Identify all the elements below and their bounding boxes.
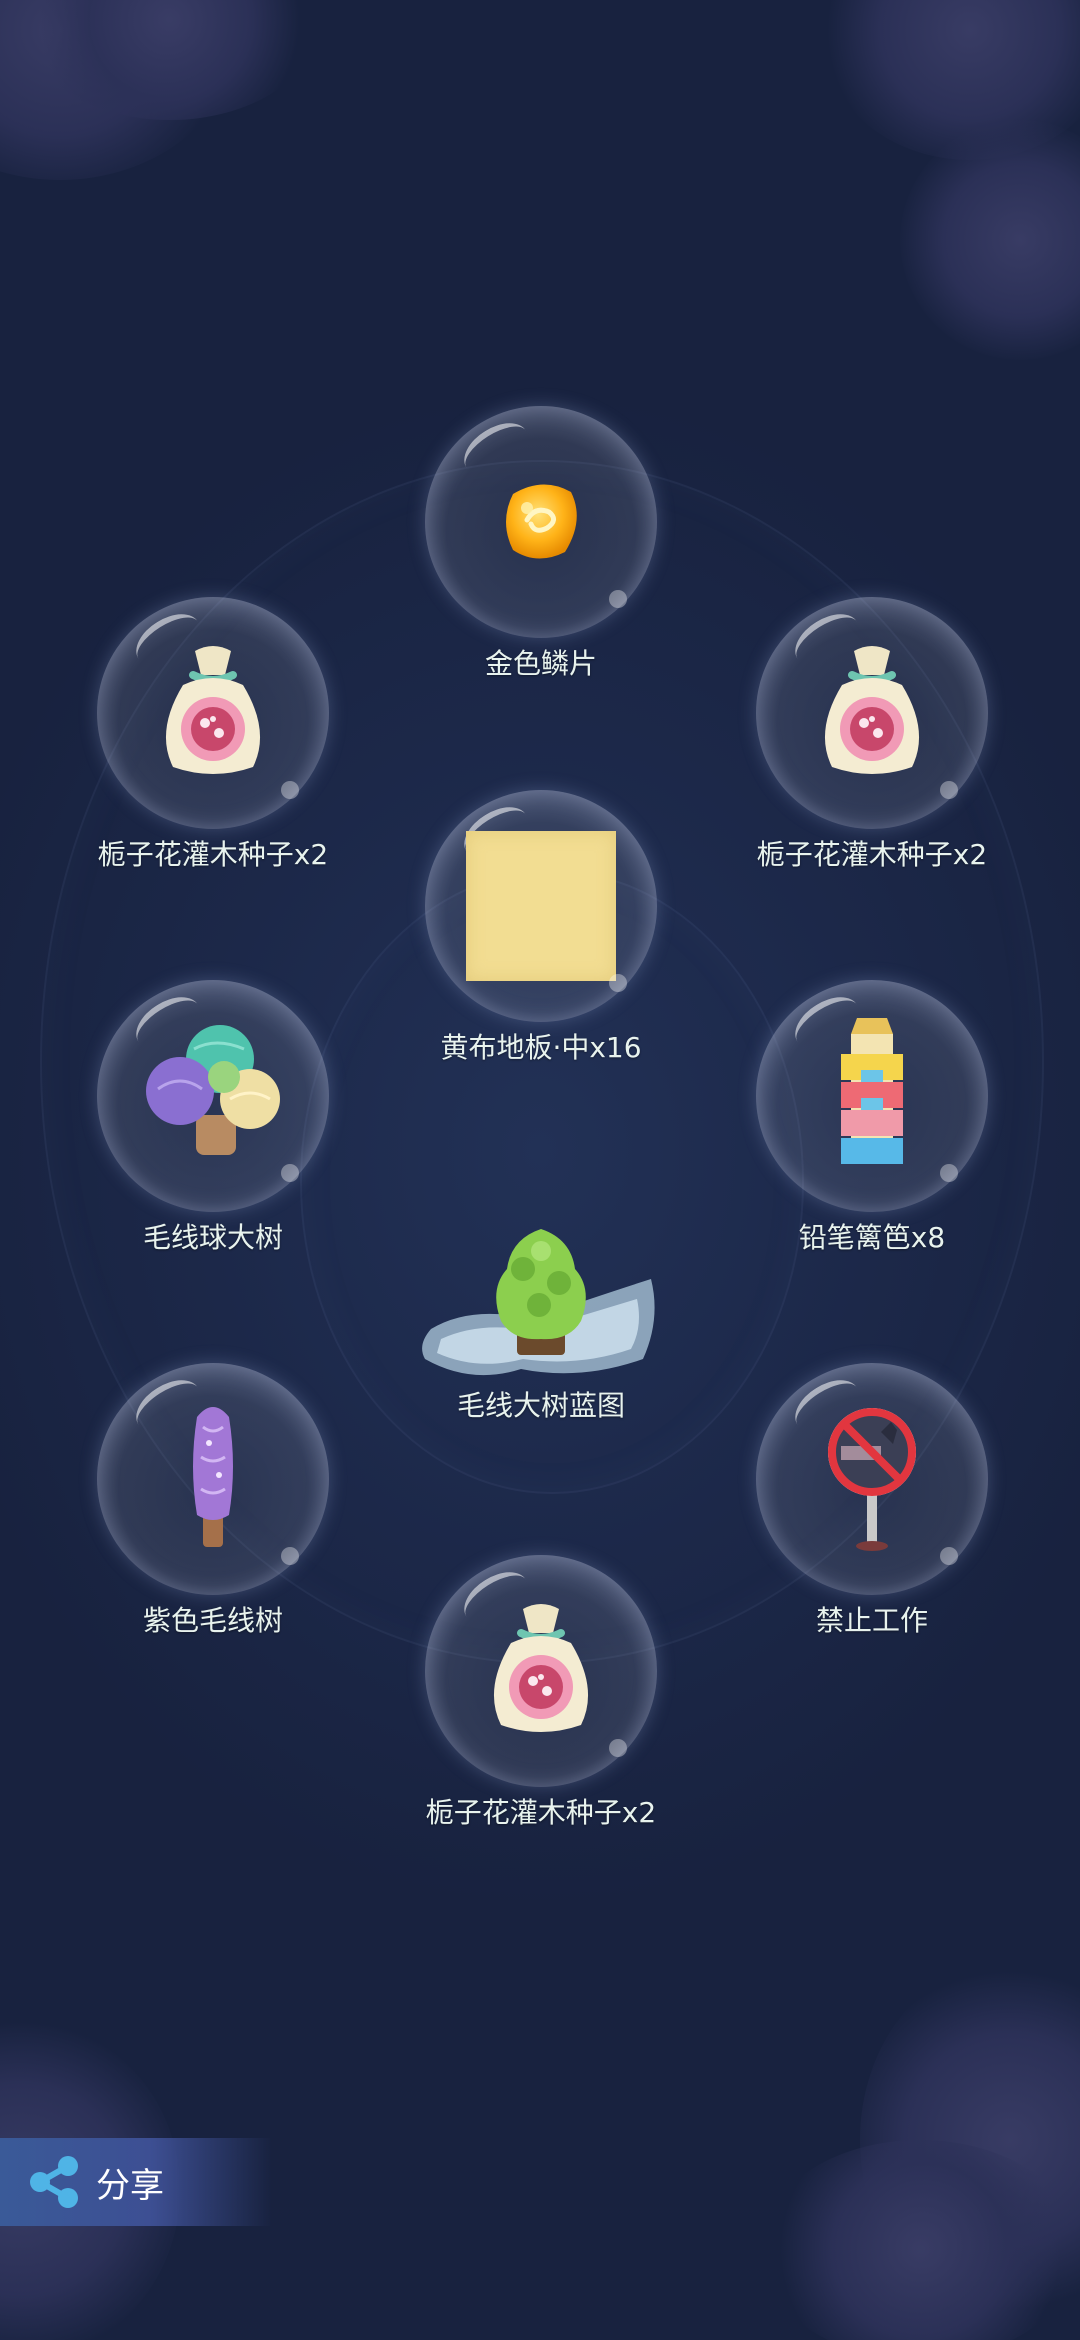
reward-seed-bag-right[interactable]: 栀子花灌木种子x2 [752,597,992,873]
purple-yarn-tree-icon [173,1397,253,1561]
seed-bag-icon [812,641,932,785]
bubble [425,1555,657,1787]
blueprint-frame [410,1190,672,1410]
item-label: 铅笔篱笆x8 [798,1221,946,1254]
bubble [756,597,988,829]
reward-purple-yarn-tree[interactable]: 紫色毛线树 [93,1363,333,1639]
reward-golden-scale[interactable]: 金色鳞片 [421,406,661,682]
share-button[interactable]: 分享 [0,2138,272,2226]
bubble [756,980,988,1212]
item-label: 紫色毛线树 [142,1604,283,1637]
bubble [425,406,657,638]
reward-yarn-ball-tree[interactable]: 毛线球大树 [93,980,333,1256]
bubble [97,980,329,1212]
item-label: 栀子花灌木种子x2 [756,838,988,871]
share-icon [26,2154,82,2210]
reward-yellow-floor[interactable]: 黄布地板·中x16 [421,790,661,1066]
bubble [425,790,657,1022]
item-label: 栀子花灌木种子x2 [97,838,329,871]
no-work-sign-icon [817,1402,927,1556]
reward-pencil-fence[interactable]: 铅笔篱笆x8 [752,980,992,1256]
cloud-right [900,120,1080,360]
reward-no-work-sign[interactable]: 禁止工作 [752,1363,992,1639]
yarn-ball-tree-icon [138,1019,288,1173]
seed-bag-icon [153,641,273,785]
blueprint-icon [411,1209,671,1413]
bubble [756,1363,988,1595]
item-label: 禁止工作 [815,1604,928,1637]
reward-seed-bag-bottom[interactable]: 栀子花灌木种子x2 [421,1555,661,1831]
pencil-fence-icon [827,1014,917,1178]
bubble [97,597,329,829]
bubble [97,1363,329,1595]
golden-scale-icon [493,472,589,572]
item-label: 金色鳞片 [484,647,597,680]
item-label: 黄布地板·中x16 [440,1031,642,1064]
seed-bag-icon [481,1599,601,1743]
reward-blueprint[interactable]: 毛线大树蓝图 [410,1190,672,1424]
item-label: 毛线球大树 [142,1221,283,1254]
reward-seed-bag-left[interactable]: 栀子花灌木种子x2 [93,597,333,873]
item-label: 栀子花灌木种子x2 [425,1796,657,1829]
yellow-cloth-floor-icon [466,831,616,981]
reward-screen: 金色鳞片 栀子花灌木种子x2 栀子花灌木种子x2 黄布地板·中x16 毛线球大树… [0,0,1080,2340]
share-label: 分享 [96,2165,164,2206]
